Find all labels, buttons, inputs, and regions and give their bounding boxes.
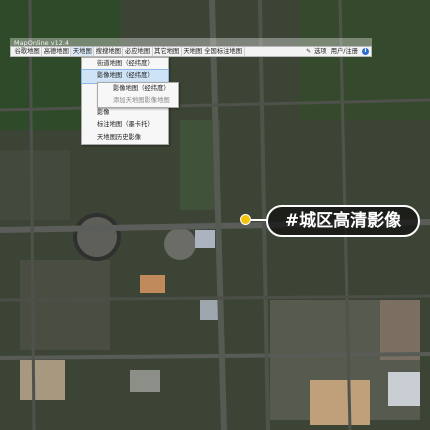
menu-item-label: 街道地图（经纬度） bbox=[97, 60, 154, 67]
callout-connector bbox=[251, 219, 267, 221]
info-icon[interactable]: i bbox=[362, 48, 369, 55]
menu-google-map[interactable]: 谷歌地图 bbox=[13, 47, 43, 56]
options-button[interactable]: 选项 bbox=[312, 47, 329, 56]
menu-item-label: 影像 bbox=[97, 109, 110, 117]
login-button[interactable]: 用户/注册 bbox=[329, 47, 360, 56]
menu-item-satellite-map[interactable]: 影像地图（经纬度） bbox=[81, 69, 169, 84]
menu-soso-map[interactable]: 搜搜地图 bbox=[94, 47, 124, 56]
menu-tianditu[interactable]: 天地图 bbox=[71, 47, 95, 56]
submenu-item-satellite-map[interactable]: 影像地图（经纬度） bbox=[98, 83, 178, 95]
menu-gaode-map[interactable]: 高德地图 bbox=[42, 47, 72, 56]
menu-other-map[interactable]: 其它地图 bbox=[153, 47, 182, 56]
submenu-item-add-satellite[interactable]: 添加天地图影像地图 bbox=[98, 95, 178, 107]
location-marker[interactable] bbox=[240, 214, 251, 225]
menu-item-label-map-mercator[interactable]: 标注地图（墨卡托） bbox=[82, 119, 168, 131]
map-toolbar: 谷歌地图 高德地图 天地图 搜搜地图 必应地图 其它地图 天地图 全国标注地图 … bbox=[10, 46, 372, 57]
menu-bing-map[interactable]: 必应地图 bbox=[123, 47, 153, 56]
menu-item-historical-imagery[interactable]: 天地图历史影像 bbox=[82, 132, 168, 144]
menu-tianditu-label[interactable]: 天地图 全国标注地图 bbox=[182, 47, 245, 56]
menu-item-imagery[interactable]: 影像 bbox=[82, 107, 168, 119]
menu-item-label: 标注地图（墨卡托） bbox=[97, 121, 154, 129]
callout-label: #城区高清影像 bbox=[266, 205, 420, 237]
imagery-submenu: 影像地图（经纬度） 添加天地图影像地图 bbox=[97, 82, 179, 108]
menu-item-label: 天地图历史影像 bbox=[97, 133, 142, 141]
pin-icon[interactable]: ✎ bbox=[305, 48, 312, 55]
menu-item-label: 影像地图（经纬度） bbox=[97, 72, 154, 80]
menu-item-street-map[interactable]: 街道地图（经纬度） bbox=[82, 58, 168, 70]
